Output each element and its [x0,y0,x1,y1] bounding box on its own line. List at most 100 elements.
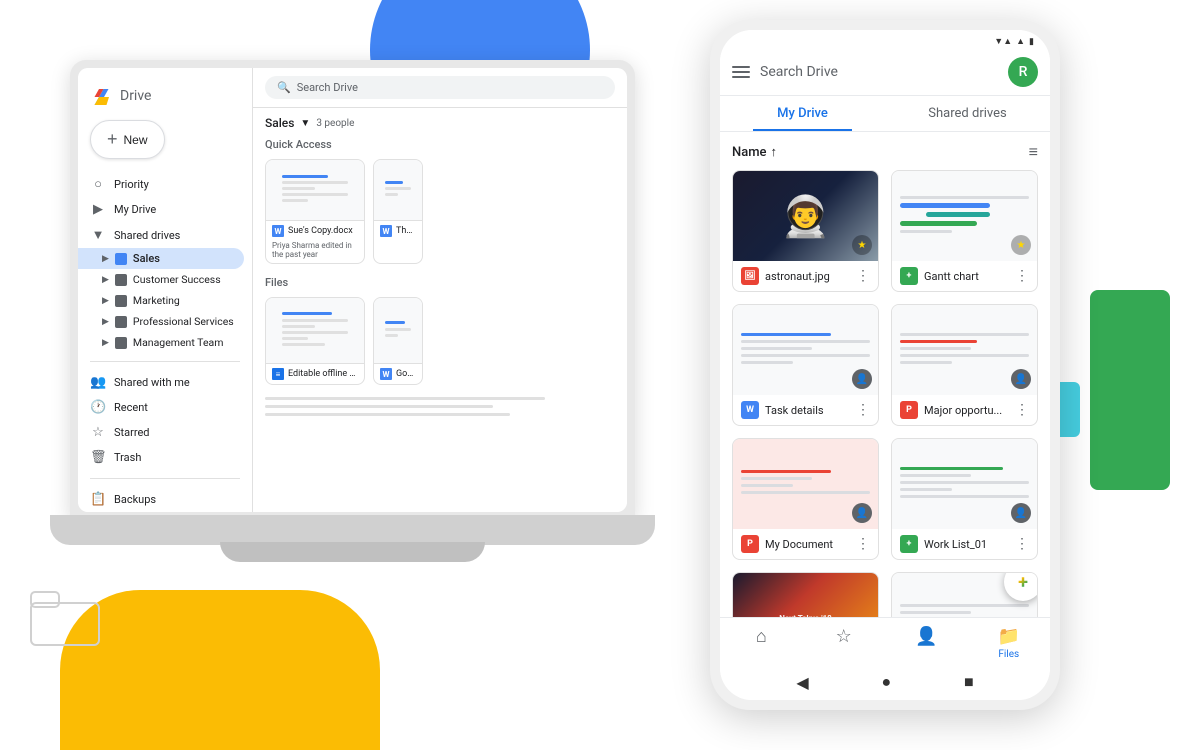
sidebar-sub-item-management-team[interactable]: ▶ Management Team [78,332,252,353]
task-thumbnail: 👤 [733,305,878,395]
sidebar-item-priority[interactable]: ○ Priority [78,171,244,197]
sidebar-item-label-my-drive: My Drive [114,203,156,216]
recents-button[interactable]: ■ [964,672,974,692]
starred-badge-gantt: ★ [1011,235,1031,255]
shared-badge-task: 👤 [852,369,872,389]
task-more-icon[interactable]: ⋮ [856,402,870,418]
work-list-line-1 [900,467,1003,470]
file-card-partial[interactable]: W The... [373,159,423,264]
phone-frame: ▼▲ ▲ ▮ Search Drive R [710,20,1060,710]
sidebar-item-label-shared-drives: Shared drives [114,229,180,242]
my-doc-more-icon[interactable]: ⋮ [856,536,870,552]
my-doc-line-2 [741,477,812,480]
sidebar-sub-item-professional-services[interactable]: ▶ Professional Services [78,311,252,332]
fl4 [282,331,348,334]
gantt-more-icon[interactable]: ⋮ [1015,268,1029,284]
nav-item-starred[interactable]: ☆ [803,626,886,660]
phone-screen: ▼▲ ▲ ▮ Search Drive R [720,30,1050,700]
phone-file-card-tokyo[interactable]: Next Tokyo '18 P Next Tokyo '18 ⋮ [732,572,879,617]
phone-file-card-my-doc[interactable]: 👤 P My Document ⋮ [732,438,879,560]
tab-my-drive[interactable]: My Drive [720,96,885,131]
major-more-icon[interactable]: ⋮ [1015,402,1029,418]
new-button[interactable]: + New [90,120,165,159]
phone-file-card-work-list[interactable]: 👤 + Work List_01 ⋮ [891,438,1038,560]
sidebar-sub-item-customer-success[interactable]: ▶ Customer Success [78,269,252,290]
file-line-5 [282,199,309,202]
bg-green-rect [1090,290,1170,490]
phone-file-card-gantt[interactable]: ★ + Gantt chart ⋮ [891,170,1038,292]
file-card-preview-2 [374,160,422,220]
file-card-footer-1: W Sue's Copy.docx [266,220,364,241]
wifi-icon: ▲ [1016,36,1025,47]
major-thumbnail: 👤 [892,305,1037,395]
file-line-4 [282,193,348,196]
sales-label: Sales [133,252,160,265]
docs-icon-task: W [741,401,759,419]
plain-line-1 [900,604,1029,607]
sidebar-item-shared-with-me[interactable]: 👥 Shared with me [78,370,244,395]
my-doc-line-3 [741,484,793,487]
sidebar-divider-2 [90,478,240,479]
hamburger-line-3 [732,76,750,78]
hamburger-menu-button[interactable] [732,66,750,78]
major-line-4 [900,354,1029,357]
phone-search-input[interactable]: Search Drive [760,64,998,80]
nav-item-home[interactable]: ⌂ [720,626,803,660]
starred-nav-icon: ☆ [836,626,852,647]
my-doc-file-info: P My Document ⋮ [733,529,878,559]
major-line-3 [900,347,971,350]
laptop-base [50,515,655,545]
cs-label: Customer Success [133,273,221,286]
shared-drives-chevron-icon: ▼ [90,227,106,243]
gl2 [385,328,411,331]
more-line-2 [265,405,493,408]
sort-direction: ↑ [771,144,778,160]
sidebar-item-starred[interactable]: ☆ Starred [78,420,244,445]
sidebar-sub-item-sales[interactable]: ▶ Sales [78,248,244,269]
user-avatar[interactable]: R [1008,57,1038,87]
file-line-3 [282,187,315,190]
file-lines-1 [276,169,354,211]
work-list-thumbnail: 👤 [892,439,1037,529]
task-file-info: W Task details ⋮ [733,395,878,425]
sidebar-item-my-drive[interactable]: ▶ My Drive [78,197,244,222]
task-line-1 [741,333,831,336]
breadcrumb: Sales ▼ 3 people [253,108,627,134]
file-card-google[interactable]: W Google [373,297,423,385]
task-line-2 [741,340,870,343]
sidebar-item-recent[interactable]: 🕐 Recent [78,395,244,420]
work-list-line-3 [900,481,1029,484]
more-files-row [253,393,627,423]
phone-file-card-task[interactable]: 👤 W Task details ⋮ [732,304,879,426]
phone-file-card-major[interactable]: 👤 P Major opportu... ⋮ [891,304,1038,426]
astronaut-more-icon[interactable]: ⋮ [856,268,870,284]
backups-icon: 📋 [90,492,106,507]
back-button[interactable]: ◀ [796,673,808,692]
breadcrumb-folder: Sales [265,116,294,130]
files-nav-label: Files [998,649,1019,660]
home-button[interactable]: ● [881,672,891,692]
tab-shared-drives[interactable]: Shared drives [885,96,1050,131]
nav-item-shared[interactable]: 👤 [885,626,968,660]
sort-label[interactable]: Name ↑ [732,144,777,160]
sidebar-sub-item-marketing[interactable]: ▶ Marketing [78,290,252,311]
major-line-1 [900,333,1029,336]
word-icon-4: W [380,368,392,380]
work-list-more-icon[interactable]: ⋮ [1015,536,1029,552]
file-card-preview-4 [374,298,422,363]
drive-search-bar[interactable]: 🔍 Search Drive [265,76,615,99]
tokyo-thumbnail: Next Tokyo '18 [733,573,878,617]
sheets-icon-work-list: + [900,535,918,553]
file-card-sues-copy[interactable]: W Sue's Copy.docx Priya Sharma edited in… [265,159,365,264]
phone-header: Search Drive R [720,49,1050,96]
sidebar-item-backups[interactable]: 📋 Backups [78,487,244,512]
file-card-editable[interactable]: ≡ Editable offline docu... [265,297,365,385]
sidebar-item-shared-drives[interactable]: ▼ Shared drives [78,222,244,248]
tab-my-drive-label: My Drive [777,106,828,121]
phone-file-card-plain[interactable]: W + [891,572,1038,617]
view-toggle-icon[interactable]: ≡ [1029,142,1038,162]
sidebar-item-trash[interactable]: 🗑 Trash [78,445,244,470]
nav-item-files[interactable]: 📁 Files [968,626,1051,660]
search-icon: 🔍 [277,81,291,94]
phone-file-card-astronaut[interactable]: 👨‍🚀 ★ 🖼 astronaut.jpg ⋮ [732,170,879,292]
